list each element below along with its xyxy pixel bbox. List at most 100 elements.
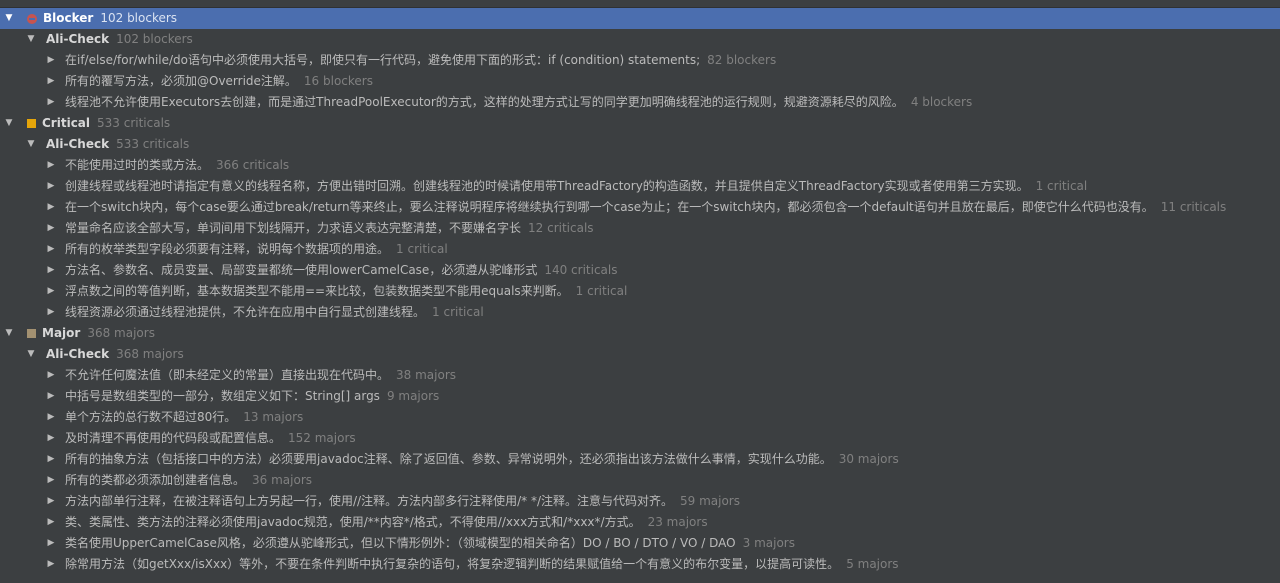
rule-row[interactable]: ▶ 所有的枚举类型字段必须要有注释，说明每个数据项的用途。 1 critical (0, 239, 1280, 260)
chevron-right-icon[interactable]: ▶ (46, 449, 56, 470)
chevron-right-icon[interactable]: ▶ (46, 407, 56, 428)
rule-row[interactable]: ▶ 中括号是数组类型的一部分，数组定义如下：String[] args 9 majo… (0, 386, 1280, 407)
rule-text: 除常用方法（如getXxx/isXxx）等外，不要在条件判断中执行复杂的语句，将… (65, 557, 840, 571)
chevron-right-icon[interactable]: ▶ (46, 218, 56, 239)
rule-text: 所有的覆写方法，必须加@Override注解。 (65, 74, 297, 88)
chevron-right-icon[interactable]: ▶ (46, 197, 56, 218)
severity-count: 102 blockers (100, 11, 178, 25)
toolbar-strip (0, 0, 1280, 8)
chevron-right-icon[interactable]: ▶ (46, 260, 56, 281)
rule-text: 创建线程或线程池时请指定有意义的线程名称，方便出错时回溯。创建线程池的时候请使用… (65, 179, 1029, 193)
rule-row[interactable]: ▶ 方法内部单行注释，在被注释语句上方另起一行，使用//注释。方法内部多行注释使用… (0, 491, 1280, 512)
chevron-down-icon[interactable]: ▼ (4, 323, 14, 344)
chevron-right-icon[interactable]: ▶ (46, 470, 56, 491)
rule-count: 4 blockers (910, 95, 973, 109)
rule-row[interactable]: ▶ 常量命名应该全部大写，单词间用下划线隔开，力求语义表达完整清楚，不要嫌名字长 1… (0, 218, 1280, 239)
rule-row[interactable]: ▶ 除常用方法（如getXxx/isXxx）等外，不要在条件判断中执行复杂的语句，… (0, 554, 1280, 575)
rule-row[interactable]: ▶ 方法名、参数名、成员变量、局部变量都统一使用lowerCamelCase，必须… (0, 260, 1280, 281)
rule-row[interactable]: ▶ 不允许任何魔法值（即未经定义的常量）直接出现在代码中。 38 majors (0, 365, 1280, 386)
category-count: 102 blockers (116, 32, 193, 46)
severity-count: 533 criticals (97, 116, 171, 130)
chevron-right-icon[interactable]: ▶ (46, 512, 56, 533)
rule-text: 方法内部单行注释，在被注释语句上方另起一行，使用//注释。方法内部多行注释使用/… (65, 494, 673, 508)
rule-row[interactable]: ▶ 及时清理不再使用的代码段或配置信息。 152 majors (0, 428, 1280, 449)
chevron-right-icon[interactable]: ▶ (46, 155, 56, 176)
category-label: Ali-Check (46, 137, 110, 151)
rule-count: 11 criticals (1160, 200, 1227, 214)
chevron-down-icon[interactable]: ▼ (4, 8, 14, 29)
rule-row[interactable]: ▶ 所有的抽象方法（包括接口中的方法）必须要用javadoc注释、除了返回值、参数… (0, 449, 1280, 470)
rule-row[interactable]: ▶ 在if/else/for/while/do语句中必须使用大括号，即使只有一行代… (0, 50, 1280, 71)
chevron-right-icon[interactable]: ▶ (46, 71, 56, 92)
rule-text: 不允许任何魔法值（即未经定义的常量）直接出现在代码中。 (65, 368, 390, 382)
severity-count: 368 majors (87, 326, 155, 340)
chevron-right-icon[interactable]: ▶ (46, 533, 56, 554)
rule-row[interactable]: ▶ 类名使用UpperCamelCase风格，必须遵从驼峰形式，但以下情形例外：（… (0, 533, 1280, 554)
chevron-right-icon[interactable]: ▶ (46, 386, 56, 407)
rule-row[interactable]: ▶ 创建线程或线程池时请指定有意义的线程名称，方便出错时回溯。创建线程池的时候请使… (0, 176, 1280, 197)
chevron-right-icon[interactable]: ▶ (46, 281, 56, 302)
rule-text: 不能使用过时的类或方法。 (65, 158, 210, 172)
rule-count: 1 critical (1035, 179, 1088, 193)
rule-row[interactable]: ▶ 浮点数之间的等值判断，基本数据类型不能用==来比较，包装数据类型不能用equa… (0, 281, 1280, 302)
chevron-down-icon[interactable]: ▼ (26, 134, 36, 155)
rule-text: 线程池不允许使用Executors去创建，而是通过ThreadPoolExecu… (65, 95, 904, 109)
category-label: Ali-Check (46, 347, 110, 361)
rule-count: 9 majors (386, 389, 440, 403)
chevron-right-icon[interactable]: ▶ (46, 302, 56, 323)
tree-rows: ▼ Blocker 102 blockers ▼ Ali-Check 102 blocke… (0, 8, 1280, 575)
chevron-down-icon[interactable]: ▼ (26, 344, 36, 365)
rule-row[interactable]: ▶ 单个方法的总行数不超过80行。 13 majors (0, 407, 1280, 428)
rule-row[interactable]: ▶ 在一个switch块内，每个case要么通过break/return等来终止，… (0, 197, 1280, 218)
inspection-results-tree: ▼ Blocker 102 blockers ▼ Ali-Check 102 blocke… (0, 0, 1280, 583)
rule-count: 13 majors (243, 410, 304, 424)
critical-icon (27, 119, 36, 128)
rule-row[interactable]: ▶ 所有的覆写方法，必须加@Override注解。 16 blockers (0, 71, 1280, 92)
chevron-right-icon[interactable]: ▶ (46, 554, 56, 575)
rule-count: 38 majors (396, 368, 457, 382)
blocker-icon (27, 13, 37, 24)
rule-row[interactable]: ▶ 所有的类都必须添加创建者信息。 36 majors (0, 470, 1280, 491)
severity-label: Critical (42, 116, 91, 130)
chevron-right-icon[interactable]: ▶ (46, 428, 56, 449)
rule-text: 所有的抽象方法（包括接口中的方法）必须要用javadoc注释、除了返回值、参数、… (65, 452, 832, 466)
rule-row[interactable]: ▶ 不能使用过时的类或方法。 366 criticals (0, 155, 1280, 176)
rule-text: 类名使用UpperCamelCase风格，必须遵从驼峰形式，但以下情形例外：（领… (65, 536, 736, 550)
rule-text: 所有的类都必须添加创建者信息。 (65, 473, 246, 487)
chevron-right-icon[interactable]: ▶ (46, 491, 56, 512)
major-icon (27, 329, 36, 338)
rule-row[interactable]: ▶ 线程资源必须通过线程池提供，不允许在应用中自行显式创建线程。 1 critica… (0, 302, 1280, 323)
rule-count: 1 critical (575, 284, 628, 298)
severity-label: Blocker (43, 11, 94, 25)
chevron-right-icon[interactable]: ▶ (46, 176, 56, 197)
category-row-ali-check[interactable]: ▼ Ali-Check 368 majors (0, 344, 1280, 365)
rule-count: 23 majors (647, 515, 708, 529)
category-count: 533 criticals (116, 137, 190, 151)
rule-count: 1 critical (432, 305, 484, 319)
rule-text: 中括号是数组类型的一部分，数组定义如下：String[] args (65, 389, 380, 403)
category-row-ali-check[interactable]: ▼ Ali-Check 102 blockers (0, 29, 1280, 50)
severity-row-major[interactable]: ▼ Major 368 majors (0, 323, 1280, 344)
rule-row[interactable]: ▶ 类、类属性、类方法的注释必须使用javadoc规范，使用/**内容*/格式，不… (0, 512, 1280, 533)
chevron-right-icon[interactable]: ▶ (46, 365, 56, 386)
chevron-right-icon[interactable]: ▶ (46, 50, 56, 71)
rule-text: 在if/else/for/while/do语句中必须使用大括号，即使只有一行代码… (65, 53, 701, 67)
chevron-right-icon[interactable]: ▶ (46, 92, 56, 113)
rule-count: 12 criticals (528, 221, 594, 235)
rule-count: 140 criticals (544, 263, 618, 277)
category-row-ali-check[interactable]: ▼ Ali-Check 533 criticals (0, 134, 1280, 155)
chevron-down-icon[interactable]: ▼ (26, 29, 36, 50)
chevron-down-icon[interactable]: ▼ (4, 113, 14, 134)
rule-count: 30 majors (838, 452, 899, 466)
rule-count: 3 majors (742, 536, 795, 550)
category-count: 368 majors (116, 347, 184, 361)
chevron-right-icon[interactable]: ▶ (46, 239, 56, 260)
rule-text: 类、类属性、类方法的注释必须使用javadoc规范，使用/**内容*/格式，不得… (65, 515, 641, 529)
category-label: Ali-Check (46, 32, 110, 46)
severity-row-critical[interactable]: ▼ Critical 533 criticals (0, 113, 1280, 134)
rule-row[interactable]: ▶ 线程池不允许使用Executors去创建，而是通过ThreadPoolExec… (0, 92, 1280, 113)
rule-text: 及时清理不再使用的代码段或配置信息。 (65, 431, 282, 445)
severity-row-blocker[interactable]: ▼ Blocker 102 blockers (0, 8, 1280, 29)
rule-text: 所有的枚举类型字段必须要有注释，说明每个数据项的用途。 (65, 242, 390, 256)
rule-count: 59 majors (680, 494, 740, 508)
